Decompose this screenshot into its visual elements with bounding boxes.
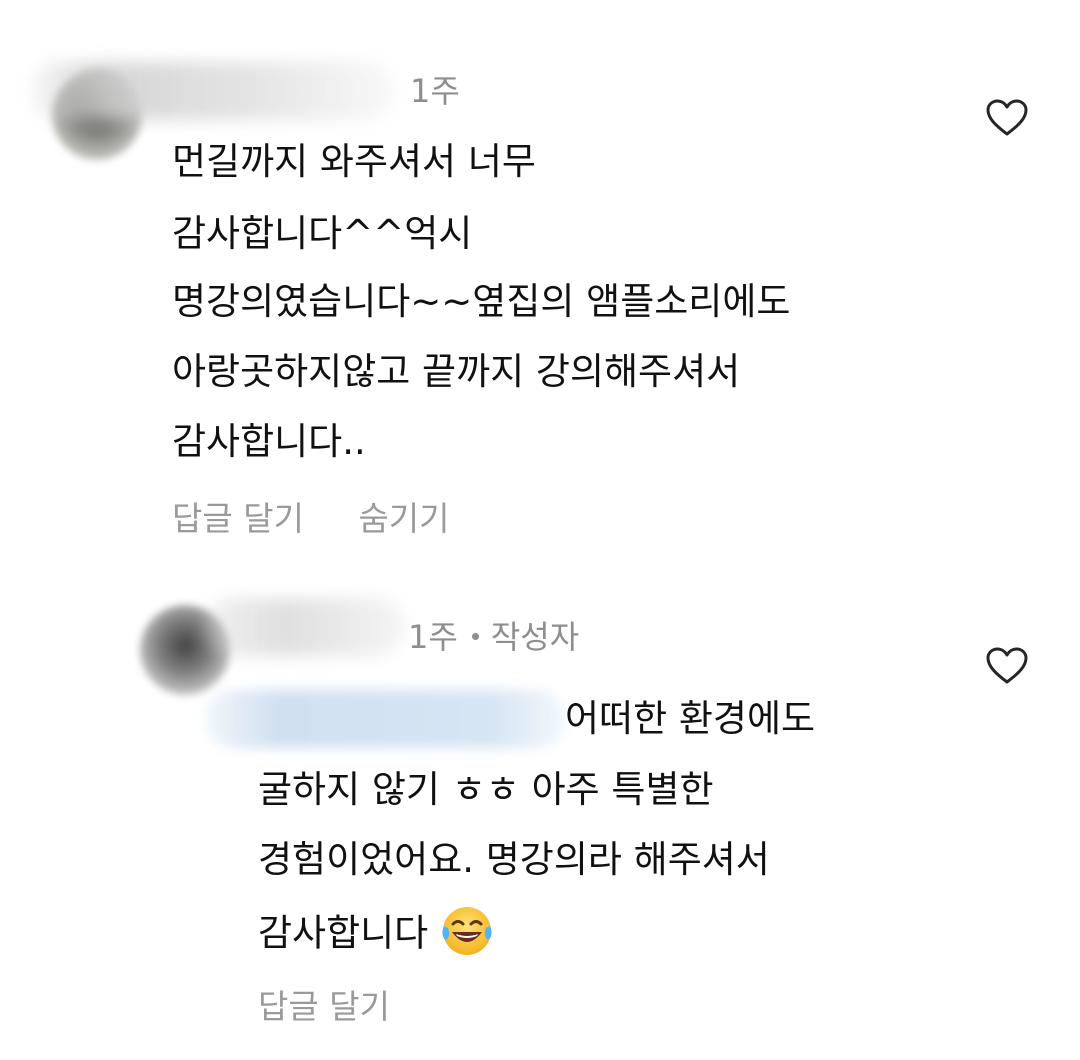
comment-text-line: 어떠한 환경에도 [565, 697, 816, 740]
mention-redacted[interactable] [205, 690, 565, 748]
comment-timestamp: 1주 [410, 72, 460, 110]
reply-button[interactable]: 답글 달기 [172, 499, 304, 538]
comment-text: 감사합니다 [258, 911, 429, 955]
comment-item: 1주 먼길까지 와주셔서 너무 감사합니다^^억시 명강의였습니다~~옆집의 앰… [0, 0, 1080, 560]
comment-text-line: 먼길까지 와주셔서 너무 [172, 140, 536, 183]
username-redacted [30, 62, 395, 120]
comment-text-line: 감사합니다^^억시 [172, 212, 473, 255]
face-with-tears-of-joy-icon [440, 904, 494, 958]
comment-timestamp: 1주 [408, 618, 458, 656]
comment-text-line: 명강의였습니다~~옆집의 앰플소리에도 [172, 280, 791, 323]
comment-meta: 1주 [410, 66, 460, 112]
comment-text-line: 굴하지 않기 ㅎㅎ 아주 특별한 [258, 768, 714, 811]
hide-button[interactable]: 숨기기 [358, 499, 449, 538]
heart-outline-icon[interactable] [985, 98, 1029, 138]
separator-dot [471, 632, 479, 640]
comment-text-line: 경험이었어요. 명강의라 해주셔서 [258, 838, 770, 881]
username-redacted [205, 598, 405, 656]
reply-button[interactable]: 답글 달기 [258, 987, 390, 1026]
comment-text-line: 아랑곳하지않고 끝까지 강의해주셔서 [172, 350, 741, 393]
comment-text-line: 감사합니다.. [172, 420, 366, 463]
heart-outline-icon[interactable] [985, 646, 1029, 686]
comment-meta: 1주 작성자 [408, 612, 579, 658]
comment-text-line-with-emoji: 감사합니다 [258, 907, 494, 962]
comment-actions: 답글 달기 [258, 980, 434, 1028]
comment-actions: 답글 달기 숨기기 [172, 492, 494, 540]
author-badge: 작성자 [490, 618, 580, 656]
